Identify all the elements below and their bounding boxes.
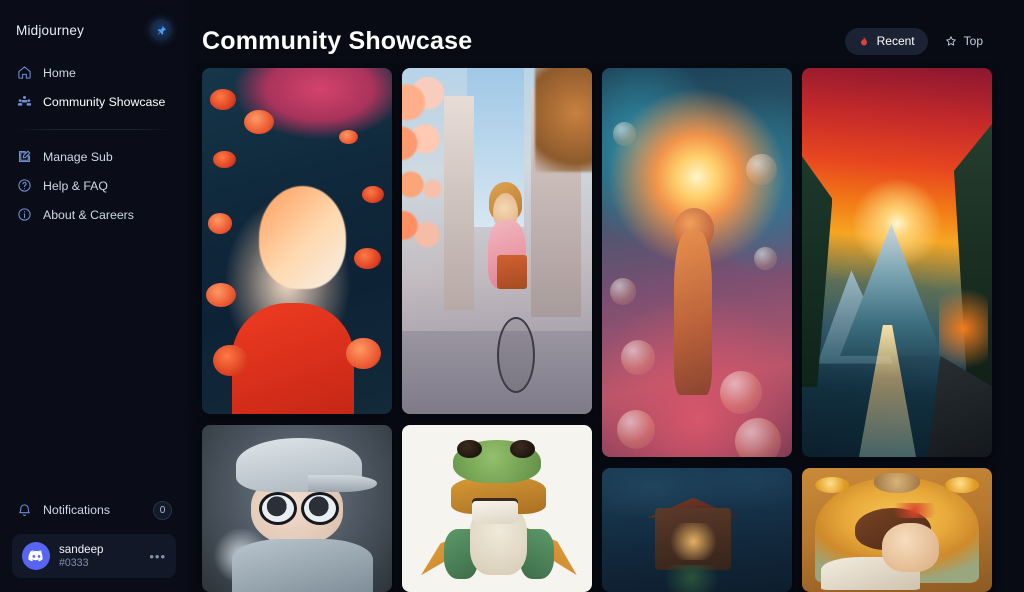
user-tag: #0333 [59, 556, 89, 569]
gallery-column [402, 68, 592, 592]
sidebar-item-label: Help & FAQ [43, 178, 108, 193]
sidebar-item-community-showcase[interactable]: Community Showcase [0, 87, 188, 116]
gallery-card[interactable] [202, 68, 392, 414]
filter-recent-label: Recent [876, 34, 915, 48]
sidebar-item-label: About & Careers [43, 207, 134, 222]
user-identity: sandeep #0333 [59, 543, 103, 569]
filter-top-button[interactable]: Top [932, 28, 996, 55]
gallery-card[interactable] [802, 68, 992, 457]
user-more-icon[interactable]: ••• [149, 549, 166, 564]
sidebar-nav: Home Community Showcase Manage Sub Help … [0, 46, 188, 229]
discord-icon [22, 542, 50, 570]
artwork-image [402, 68, 592, 414]
pin-icon[interactable] [150, 19, 172, 41]
notifications-count-badge: 0 [153, 500, 172, 520]
sort-filter-group: Recent Top [844, 27, 996, 55]
gallery-card[interactable] [402, 425, 592, 592]
artwork-image [802, 68, 992, 457]
user-name: sandeep [59, 543, 104, 557]
community-icon [16, 94, 32, 110]
artwork-image [202, 68, 392, 414]
sidebar-item-label: Manage Sub [43, 149, 113, 164]
gallery-card[interactable] [602, 68, 792, 457]
sidebar-item-label: Community Showcase [43, 94, 166, 109]
artwork-image [402, 425, 592, 592]
question-circle-icon [16, 178, 32, 194]
gallery-column [602, 68, 792, 592]
artwork-image [202, 425, 392, 592]
bell-icon [16, 502, 32, 518]
artwork-image [802, 468, 992, 592]
sidebar-item-label: Home [43, 65, 76, 80]
artwork-image [602, 468, 792, 592]
brand-row: Midjourney [0, 0, 188, 46]
gallery-card[interactable] [802, 468, 992, 592]
sidebar-item-about-careers[interactable]: About & Careers [0, 200, 188, 229]
brand-title: Midjourney [16, 22, 85, 38]
star-icon [945, 35, 958, 48]
info-circle-icon [16, 207, 32, 223]
gallery-card[interactable] [202, 425, 392, 592]
artwork-image [602, 68, 792, 457]
flame-icon [858, 35, 871, 48]
edit-square-icon [16, 149, 32, 165]
filter-top-label: Top [963, 34, 983, 48]
sidebar-item-help-faq[interactable]: Help & FAQ [0, 171, 188, 200]
showcase-gallery [202, 68, 1024, 592]
sidebar: Midjourney Home Community Showcase Manag… [0, 0, 188, 592]
notifications-label: Notifications [43, 503, 110, 517]
gallery-card[interactable] [602, 468, 792, 592]
gallery-card[interactable] [402, 68, 592, 414]
sidebar-footer: Notifications 0 sandeep #0333 ••• [0, 495, 188, 592]
filter-recent-button[interactable]: Recent [844, 27, 928, 55]
page-title: Community Showcase [202, 26, 473, 55]
home-icon [16, 65, 32, 81]
gallery-column [802, 68, 992, 592]
sidebar-item-home[interactable]: Home [0, 58, 188, 87]
topbar: Community Showcase Recent Top [188, 0, 1024, 60]
main-content: Community Showcase Recent Top [188, 0, 1024, 592]
gallery-column [202, 68, 392, 592]
sidebar-item-manage-sub[interactable]: Manage Sub [0, 142, 188, 171]
user-profile-card[interactable]: sandeep #0333 ••• [12, 534, 176, 578]
notifications-row[interactable]: Notifications 0 [12, 495, 176, 525]
sidebar-divider [16, 129, 172, 130]
app-root: Midjourney Home Community Showcase Manag… [0, 0, 1024, 592]
